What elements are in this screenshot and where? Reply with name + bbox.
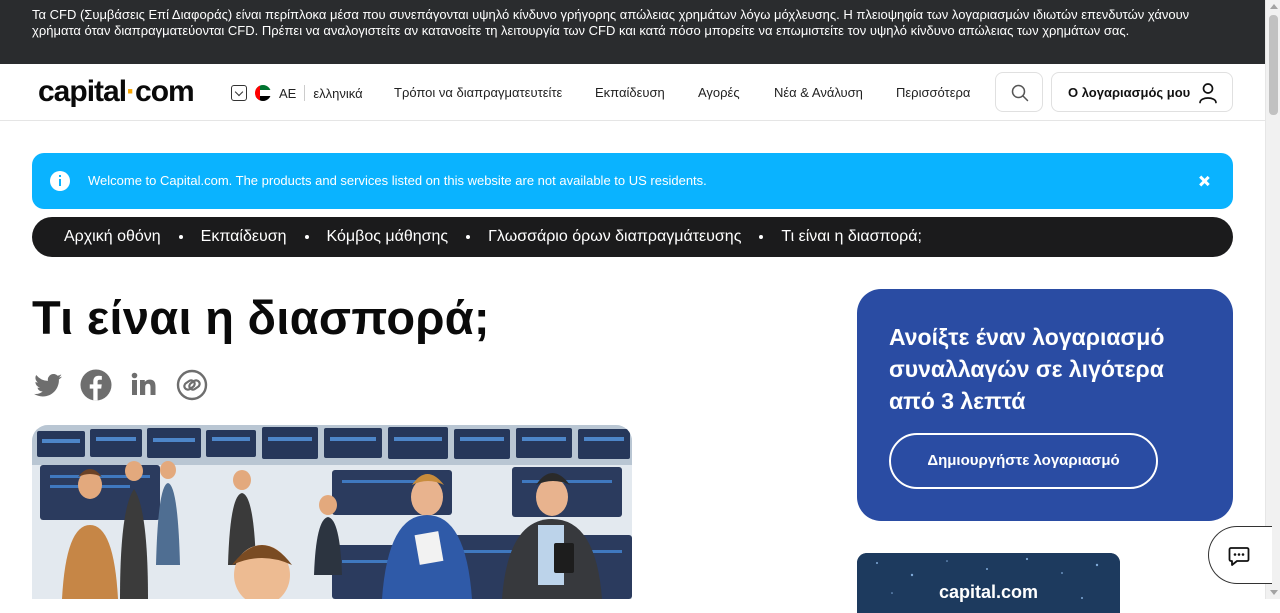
facebook-icon[interactable]	[80, 369, 112, 401]
app-promo-card[interactable]: capital.com	[857, 553, 1120, 613]
breadcrumb-separator	[304, 235, 309, 239]
search-icon	[1011, 84, 1029, 102]
breadcrumb: Αρχική οθόνη Εκπαίδευση Κόμβος μάθησης Γ…	[32, 217, 1233, 257]
search-button[interactable]	[995, 72, 1043, 112]
app-card-brand: capital.com	[938, 582, 1039, 602]
close-icon[interactable]	[1196, 173, 1212, 189]
scroll-down-icon[interactable]	[1270, 590, 1278, 595]
twitter-icon[interactable]	[32, 369, 64, 401]
breadcrumb-separator	[178, 235, 183, 239]
scrollbar-thumb[interactable]	[1269, 15, 1278, 115]
region-divider	[304, 85, 306, 101]
region-code[interactable]: AE	[279, 86, 296, 101]
copy-link-icon[interactable]	[176, 369, 208, 401]
nav-news-analysis[interactable]: Νέα & Ανάλυση	[774, 85, 863, 100]
site-header: capital·com AE ελληνικά Τρόποι να διαπρα…	[0, 64, 1265, 121]
traders-illustration	[32, 425, 632, 599]
notice-text: Welcome to Capital.com. The products and…	[88, 173, 707, 188]
chat-button[interactable]	[1208, 526, 1272, 584]
logo-dot: ·	[126, 75, 136, 108]
promo-title: Ανοίξτε έναν λογαριασμό συναλλαγών σε λι…	[889, 324, 1165, 414]
article-hero-image	[32, 425, 632, 599]
linkedin-icon[interactable]	[128, 369, 160, 401]
breadcrumb-current: Τι είναι η διασπορά;	[781, 228, 922, 245]
risk-warning-text: Τα CFD (Συμβάσεις Επί Διαφοράς) είναι πε…	[32, 7, 1190, 38]
user-icon	[1199, 83, 1217, 104]
breadcrumb-separator	[759, 235, 764, 239]
breadcrumb-separator	[466, 235, 471, 239]
nav-markets[interactable]: Αγορές	[698, 85, 740, 100]
language-label[interactable]: ελληνικά	[313, 86, 362, 101]
scroll-up-icon[interactable]	[1270, 4, 1278, 9]
capital-com-logo[interactable]: capital·com	[38, 75, 195, 109]
page-title: Τι είναι η διασπορά;	[32, 291, 490, 344]
open-account-promo: Ανοίξτε έναν λογαριασμό συναλλαγών σε λι…	[857, 289, 1233, 521]
create-account-button[interactable]: Δημιουργήστε λογαριασμό	[889, 433, 1158, 489]
nav-more[interactable]: Περισσότερα	[896, 85, 970, 100]
breadcrumb-learning-hub[interactable]: Κόμβος μάθησης	[327, 228, 449, 246]
risk-warning-banner: Τα CFD (Συμβάσεις Επί Διαφοράς) είναι πε…	[0, 0, 1265, 64]
breadcrumb-home[interactable]: Αρχική οθόνη	[64, 228, 161, 246]
nav-ways-to-trade[interactable]: Τρόποι να διαπραγματευτείτε	[394, 85, 562, 100]
region-language-selector[interactable]: AE ελληνικά	[231, 84, 363, 102]
nav-education[interactable]: Εκπαίδευση	[595, 85, 665, 100]
chat-icon	[1228, 547, 1250, 566]
breadcrumb-education[interactable]: Εκπαίδευση	[201, 228, 287, 246]
chevron-down-icon[interactable]	[231, 85, 247, 101]
my-account-button[interactable]: Ο λογαριασμός μου	[1051, 72, 1233, 112]
breadcrumb-glossary[interactable]: Γλωσσάριο όρων διαπραγμάτευσης	[488, 228, 741, 246]
vertical-scrollbar[interactable]	[1265, 0, 1280, 599]
my-account-label: Ο λογαριασμός μου	[1068, 85, 1191, 100]
uae-flag-icon	[255, 85, 271, 101]
info-icon	[50, 171, 70, 191]
us-residents-notice: Welcome to Capital.com. The products and…	[32, 153, 1233, 209]
